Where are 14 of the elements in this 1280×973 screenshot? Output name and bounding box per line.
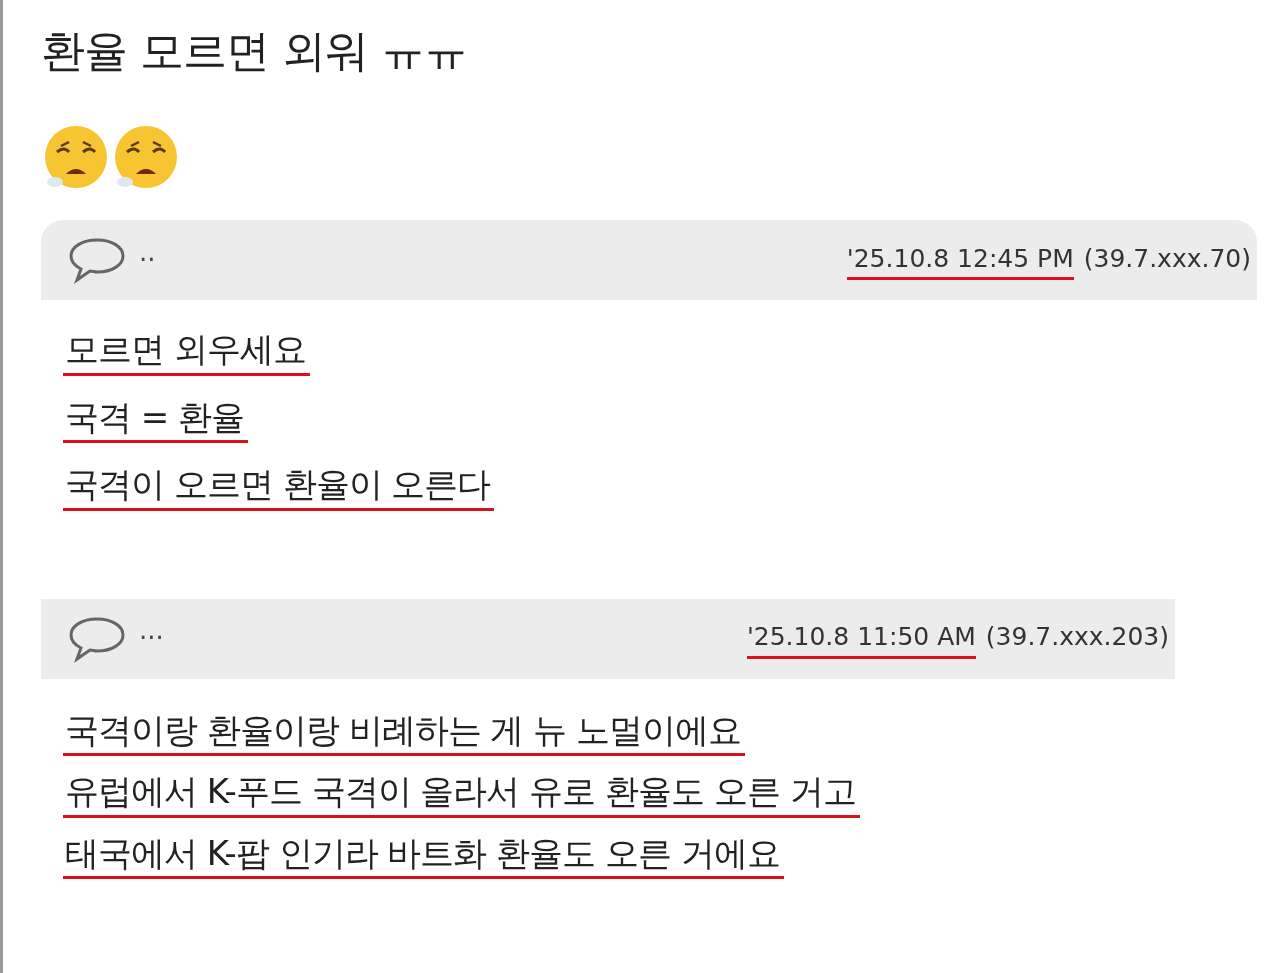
ip-address: (39.7.xxx.203) (985, 621, 1169, 654)
comment-author: ·· (139, 243, 156, 277)
comment-text: 국격이랑 환율이랑 비례하는 게 뉴 노멀이에요 (63, 708, 746, 756)
post-title: 환율 모르면 외워 ㅠㅠ (41, 24, 468, 78)
comment-text: 유럽에서 K-푸드 국격이 올라서 유로 환율도 오른 거고 (63, 770, 860, 818)
speech-bubble-icon (67, 236, 127, 284)
comment-text: 국격이 오르면 환율이 오른다 (63, 463, 495, 511)
ip-address: (39.7.xxx.70) (1083, 242, 1251, 275)
comment-text: 모르면 외우세요 (63, 328, 310, 376)
comment-text: 국격 = 환율 (63, 395, 249, 443)
comment-date: '25.10.8 12:45 PM (846, 239, 1074, 281)
comment-text: 태국에서 K-팝 인기라 바트화 환율도 오른 거에요 (63, 831, 784, 879)
comment-date: '25.10.8 11:50 AM (746, 618, 976, 659)
comment-author: ··· (139, 622, 164, 655)
